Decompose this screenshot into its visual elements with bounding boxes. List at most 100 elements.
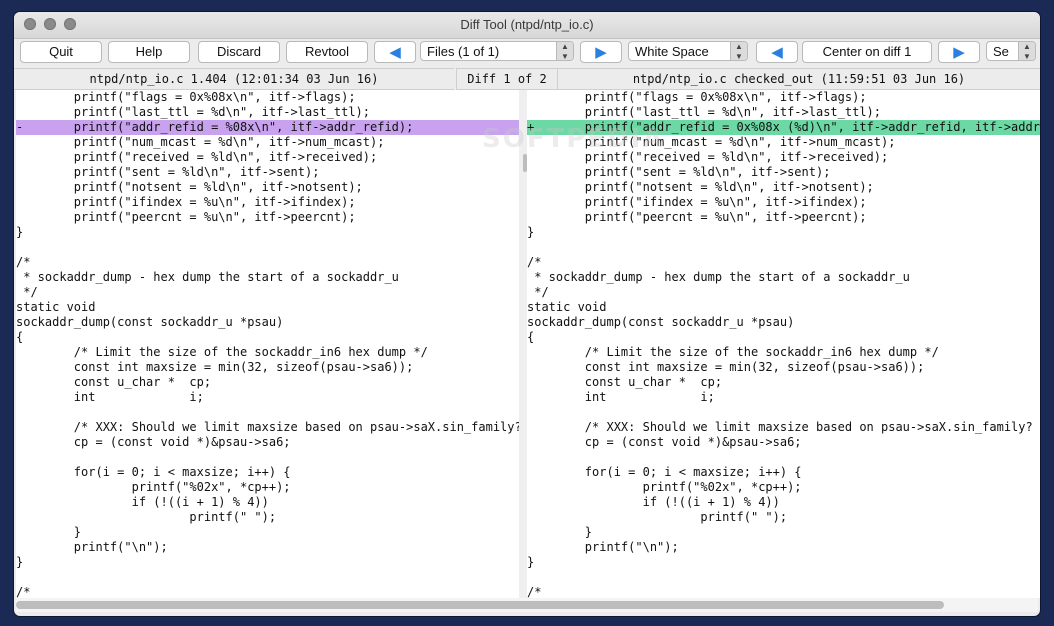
revtool-button[interactable]: Revtool (286, 41, 368, 63)
discard-button[interactable]: Discard (198, 41, 280, 63)
code-line: } (527, 225, 535, 239)
code-line: printf("sent = %ld\n", itf->sent); (527, 165, 831, 179)
code-line: } (527, 525, 593, 539)
help-button[interactable]: Help (108, 41, 190, 63)
whitespace-select[interactable]: White Space ▲ ▼ (628, 41, 748, 61)
arrow-right-icon: ▶ (595, 43, 607, 61)
watermark-text: SOFTPEDIA (482, 124, 665, 154)
code-line: if (!((i + 1) % 4)) (16, 495, 269, 509)
diff-tool-window: Diff Tool (ntpd/ntp_io.c) Quit Help Disc… (14, 12, 1040, 616)
code-line: */ (16, 285, 38, 299)
code-line: printf("ifindex = %u\n", itf->ifindex); (527, 195, 867, 209)
code-line: /* Limit the size of the sockaddr_in6 he… (527, 345, 939, 359)
code-line: } (527, 555, 535, 569)
code-line: printf("%02x", *cp++); (16, 480, 291, 494)
code-line: printf("peercnt = %u\n", itf->peercnt); (16, 210, 356, 224)
horizontal-scroll-thumb[interactable] (16, 601, 944, 609)
code-line: printf("flags = 0x%08x\n", itf->flags); (16, 90, 356, 104)
code-line: /* (16, 255, 31, 269)
code-line: const int maxsize = min(32, sizeof(psau-… (527, 360, 925, 374)
code-line: } (16, 555, 24, 569)
title-bar: Diff Tool (ntpd/ntp_io.c) (14, 12, 1040, 39)
code-line: printf("received = %ld\n", itf->received… (16, 150, 378, 164)
code-line: } (16, 225, 24, 239)
code-line: const int maxsize = min(32, sizeof(psau-… (16, 360, 414, 374)
diff-counter: Diff 1 of 2 (456, 68, 558, 90)
left-code: printf("flags = 0x%08x\n", itf->flags); … (16, 90, 519, 598)
right-file-header: ntpd/ntp_io.c checked_out (11:59:51 03 J… (558, 68, 1040, 90)
left-file-header: ntpd/ntp_io.c 1.404 (12:01:34 03 Jun 16) (14, 68, 454, 90)
prev-diff-button[interactable]: ◀ (756, 41, 798, 63)
code-line: static void (527, 300, 607, 314)
next-file-button[interactable]: ▶ (580, 41, 622, 63)
quit-button[interactable]: Quit (20, 41, 102, 63)
code-line: /* (16, 585, 31, 598)
left-code-pane[interactable]: printf("flags = 0x%08x\n", itf->flags); … (16, 90, 519, 598)
code-line: printf("flags = 0x%08x\n", itf->flags); (527, 90, 867, 104)
code-line: } (16, 525, 82, 539)
files-select-value: Files (1 of 1) (427, 44, 500, 59)
code-line: sockaddr_dump(const sockaddr_u *psau) (527, 315, 795, 329)
window-title: Diff Tool (ntpd/ntp_io.c) (460, 17, 594, 32)
code-line: printf("num_mcast = %d\n", itf->num_mcas… (16, 135, 385, 149)
arrow-right-icon: ▶ (953, 43, 965, 61)
code-line: const u_char * cp; (16, 375, 212, 389)
arrow-left-icon: ◀ (389, 43, 401, 61)
right-code-pane[interactable]: printf("flags = 0x%08x\n", itf->flags); … (527, 90, 1040, 598)
chevron-updown-icon: ▲ ▼ (730, 42, 747, 60)
code-line: for(i = 0; i < maxsize; i++) { (527, 465, 802, 479)
code-line: printf("notsent = %ld\n", itf->notsent); (527, 180, 874, 194)
code-line: printf("peercnt = %u\n", itf->peercnt); (527, 210, 867, 224)
code-line: int i; (527, 390, 715, 404)
code-line: int i; (16, 390, 204, 404)
code-line: cp = (const void *)&psau->sa6; (527, 435, 802, 449)
code-line: /* (527, 255, 542, 269)
code-line: /* (527, 585, 542, 598)
code-line: * sockaddr_dump - hex dump the start of … (16, 270, 399, 284)
code-line: const u_char * cp; (527, 375, 723, 389)
code-line: sockaddr_dump(const sockaddr_u *psau) (16, 315, 284, 329)
code-line: printf("sent = %ld\n", itf->sent); (16, 165, 320, 179)
code-line: /* XXX: Should we limit maxsize based on… (527, 420, 1040, 434)
code-line: static void (16, 300, 96, 314)
deleted-code-line: - printf("addr_refid = %08x\n", itf->add… (16, 120, 519, 135)
code-line: { (527, 330, 535, 344)
whitespace-select-value: White Space (635, 44, 709, 59)
prev-file-button[interactable]: ◀ (374, 41, 416, 63)
chevron-down-icon: ▲ ▼ (556, 42, 573, 60)
files-select[interactable]: Files (1 of 1) ▲ ▼ (420, 41, 574, 61)
code-line: printf("\n"); (527, 540, 679, 554)
code-line: printf("%02x", *cp++); (527, 480, 802, 494)
arrow-left-icon: ◀ (771, 43, 783, 61)
code-line: printf("notsent = %ld\n", itf->notsent); (16, 180, 363, 194)
code-line: */ (527, 285, 549, 299)
code-line: /* Limit the size of the sockaddr_in6 he… (16, 345, 428, 359)
search-select-value: Se (993, 44, 1009, 59)
code-line: printf(" "); (527, 510, 788, 524)
code-line: cp = (const void *)&psau->sa6; (16, 435, 291, 449)
chevron-updown-icon: ▲ ▼ (1018, 42, 1035, 60)
code-line: { (16, 330, 24, 344)
toolbar: Quit Help Discard Revtool ◀ Files (1 of … (14, 39, 1040, 67)
right-code: printf("flags = 0x%08x\n", itf->flags); … (527, 90, 1040, 598)
code-line: /* XXX: Should we limit maxsize based on… (16, 420, 519, 434)
center-on-diff-button[interactable]: Center on diff 1 (802, 41, 932, 63)
next-diff-button[interactable]: ▶ (938, 41, 980, 63)
code-line: printf("ifindex = %u\n", itf->ifindex); (16, 195, 356, 209)
code-line: printf(" "); (16, 510, 277, 524)
code-line: if (!((i + 1) % 4)) (527, 495, 780, 509)
search-select[interactable]: Se ▲ ▼ (986, 41, 1036, 61)
code-line: printf("last_ttl = %d\n", itf->last_ttl)… (527, 105, 882, 119)
code-line: for(i = 0; i < maxsize; i++) { (16, 465, 291, 479)
code-line: printf("last_ttl = %d\n", itf->last_ttl)… (16, 105, 371, 119)
code-line: * sockaddr_dump - hex dump the start of … (527, 270, 910, 284)
code-line: printf("\n"); (16, 540, 168, 554)
